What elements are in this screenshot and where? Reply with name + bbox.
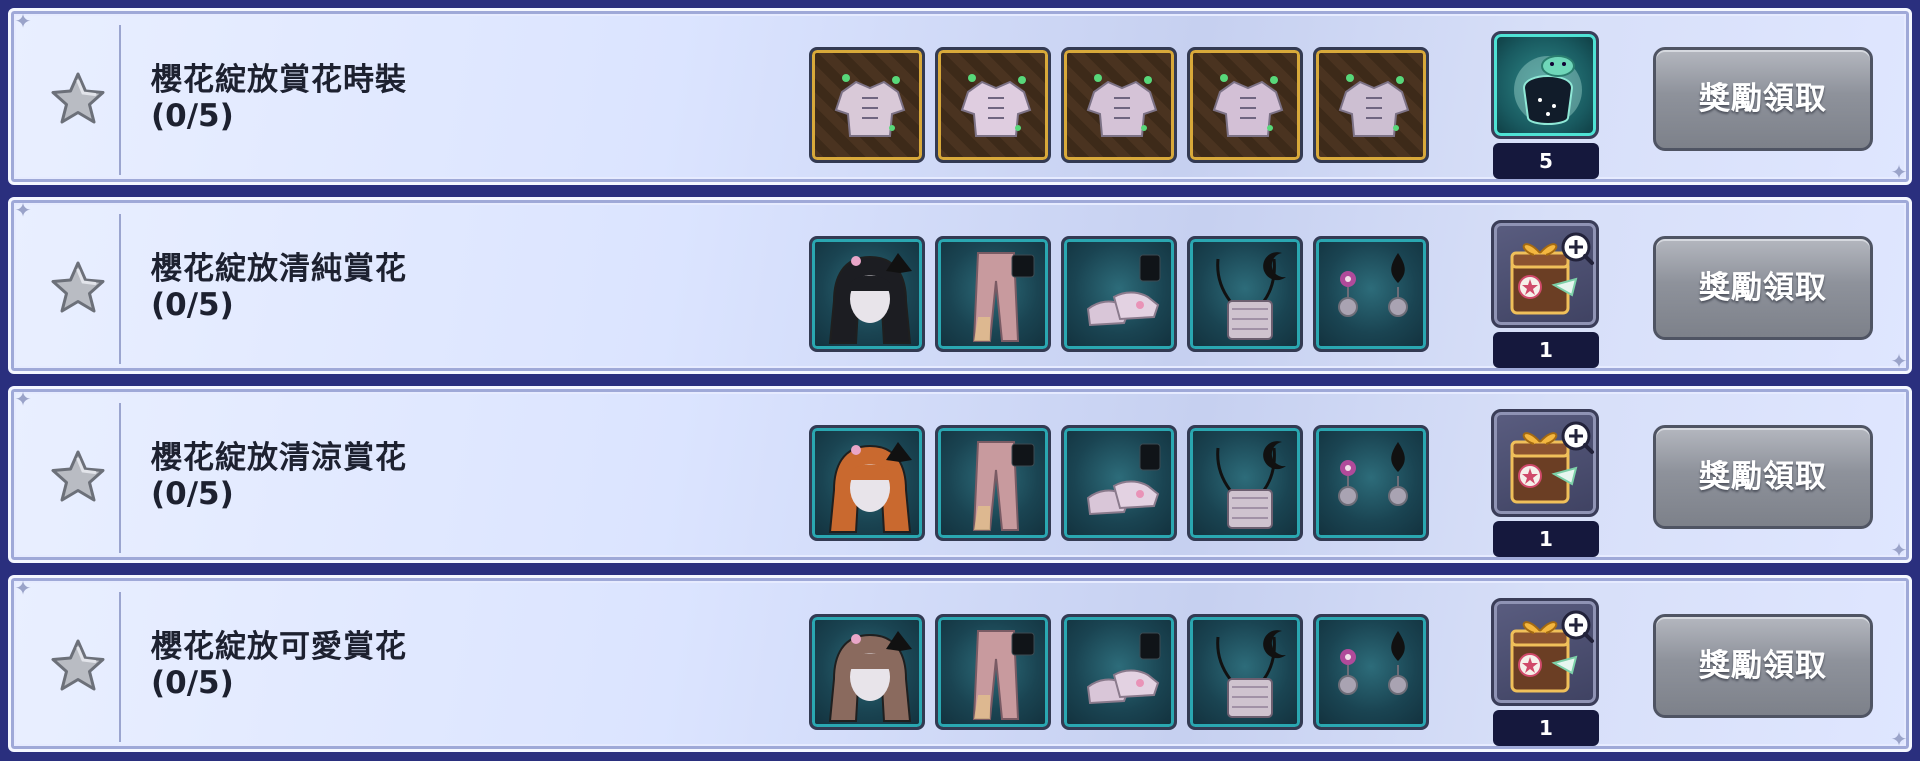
gift-box-icon[interactable]	[1491, 598, 1599, 706]
sparkle-icon: ✦	[14, 198, 32, 222]
reward-row: ✦ ✦ 櫻花綻放清純賞花 (0/5) 1 獎勵領取	[8, 197, 1912, 374]
claim-reward-button[interactable]: 獎勵領取	[1653, 425, 1873, 529]
row-progress: (0/5)	[151, 98, 234, 134]
sparkle-icon: ✦	[1890, 349, 1908, 373]
reward-row: ✦ ✦ 櫻花綻放可愛賞花 (0/5) 1 獎勵領取	[8, 575, 1912, 752]
sparkle-icon: ✦	[14, 576, 32, 600]
claim-reward-button[interactable]: 獎勵領取	[1653, 614, 1873, 718]
star-icon	[49, 449, 107, 507]
earrings-icon[interactable]	[1313, 614, 1429, 730]
row-progress: (0/5)	[151, 665, 234, 701]
sparkle-icon: ✦	[1890, 538, 1908, 562]
divider	[119, 592, 121, 742]
sparkle-icon: ✦	[1890, 727, 1908, 751]
top-outfit-4-icon[interactable]	[1187, 47, 1303, 163]
row-title: 櫻花綻放可愛賞花	[151, 629, 407, 665]
reward-row: ✦ ✦ 櫻花綻放賞花時裝 (0/5) 5 獎勵領取	[8, 8, 1912, 185]
pants-icon[interactable]	[935, 236, 1051, 352]
row-title: 櫻花綻放清純賞花	[151, 251, 407, 287]
star-icon	[49, 71, 107, 129]
handbag-icon[interactable]	[1187, 614, 1303, 730]
reward-row: ✦ ✦ 櫻花綻放清涼賞花 (0/5) 1 獎勵領取	[8, 386, 1912, 563]
handbag-icon[interactable]	[1187, 425, 1303, 541]
brown-hair-icon[interactable]	[809, 614, 925, 730]
row-progress: (0/5)	[151, 287, 234, 323]
star-icon	[49, 638, 107, 696]
reward-count: 1	[1493, 710, 1599, 746]
sparkle-icon: ✦	[14, 387, 32, 411]
orange-hair-icon[interactable]	[809, 425, 925, 541]
divider	[119, 403, 121, 553]
gift-box-icon[interactable]	[1491, 220, 1599, 328]
reward-count: 1	[1493, 521, 1599, 557]
teal-pouch-icon[interactable]	[1491, 31, 1599, 139]
row-title: 櫻花綻放賞花時裝	[151, 62, 407, 98]
divider	[119, 25, 121, 175]
sparkle-icon: ✦	[1890, 160, 1908, 184]
sparkle-icon: ✦	[14, 9, 32, 33]
handbag-icon[interactable]	[1187, 236, 1303, 352]
row-title: 櫻花綻放清涼賞花	[151, 440, 407, 476]
earrings-icon[interactable]	[1313, 236, 1429, 352]
shoes-icon[interactable]	[1061, 425, 1177, 541]
top-outfit-1-icon[interactable]	[809, 47, 925, 163]
top-outfit-3-icon[interactable]	[1061, 47, 1177, 163]
shoes-icon[interactable]	[1061, 614, 1177, 730]
star-icon	[49, 260, 107, 318]
pants-icon[interactable]	[935, 425, 1051, 541]
pants-icon[interactable]	[935, 614, 1051, 730]
row-progress: (0/5)	[151, 476, 234, 512]
earrings-icon[interactable]	[1313, 425, 1429, 541]
gift-box-icon[interactable]	[1491, 409, 1599, 517]
black-hair-icon[interactable]	[809, 236, 925, 352]
reward-list: ✦ ✦ 櫻花綻放賞花時裝 (0/5) 5 獎勵領取 ✦ ✦ 櫻花綻放清純賞花 (0/5) 1 獎勵領取…	[0, 0, 1920, 761]
claim-reward-button[interactable]: 獎勵領取	[1653, 47, 1873, 151]
divider	[119, 214, 121, 364]
top-outfit-2-icon[interactable]	[935, 47, 1051, 163]
top-outfit-5-icon[interactable]	[1313, 47, 1429, 163]
reward-count: 1	[1493, 332, 1599, 368]
claim-reward-button[interactable]: 獎勵領取	[1653, 236, 1873, 340]
reward-count: 5	[1493, 143, 1599, 179]
shoes-icon[interactable]	[1061, 236, 1177, 352]
